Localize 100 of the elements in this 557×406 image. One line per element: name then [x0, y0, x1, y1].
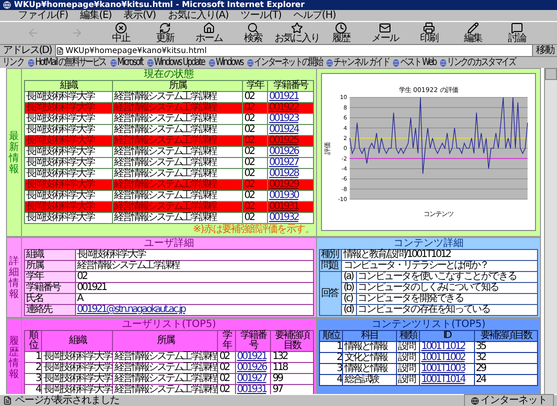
table-cell: 設問	[396, 364, 420, 374]
refresh-icon	[159, 22, 171, 34]
mail-icon	[379, 22, 391, 34]
table-cell: 経営情報システム工学課程	[112, 212, 243, 224]
menu-item[interactable]: お気に入り(A)	[168, 10, 228, 21]
table-cell: 24	[474, 374, 538, 386]
scrollbar[interactable]	[544, 68, 557, 394]
favorites-button[interactable]: お気に入り	[276, 22, 318, 44]
section-title: コンテンツ詳細	[394, 238, 464, 249]
table-cell: 長岡技術科学大学	[24, 136, 113, 146]
mail-button[interactable]: メール	[364, 22, 406, 44]
table-cell: 設問	[396, 342, 420, 352]
globe-icon	[146, 58, 154, 66]
table-cell: 経営情報システム工学課程	[112, 136, 243, 146]
zone-indicator: インターネット	[464, 394, 554, 406]
field-value: 001921	[76, 282, 314, 294]
menu-item[interactable]: 編集(E)	[80, 10, 112, 21]
id-link[interactable]: 1001T1012	[420, 342, 474, 352]
table-cell: 長岡技術科学大学	[24, 212, 113, 224]
id-link[interactable]: 001927	[268, 158, 314, 168]
field-label: 回答	[320, 272, 342, 316]
edit-button[interactable]: 編集	[452, 22, 494, 44]
id-link[interactable]: 001921	[268, 92, 314, 102]
table-cell: 設問	[396, 352, 420, 364]
link-button[interactable]: チャンネル ガイド	[326, 57, 390, 68]
email-link[interactable]: 001921@stn.nagaokaut.ac.jp	[76, 304, 314, 316]
table-cell: 経営情報システム工学課程	[112, 158, 243, 168]
table-cell: 経営情報システム工学課程	[112, 190, 243, 202]
home-button[interactable]: ホーム	[188, 22, 230, 44]
column-header: 学年	[218, 330, 236, 352]
id-link[interactable]: 001928	[268, 168, 314, 180]
field-value: 02	[76, 272, 314, 282]
link-button[interactable]: HotMail の無料サービス	[28, 57, 106, 68]
printer-icon	[423, 22, 435, 34]
link-button[interactable]: リンクのカスタマイズ	[440, 57, 516, 68]
discuss-button[interactable]: 討論	[496, 22, 538, 44]
history-button[interactable]: 履歴	[320, 22, 362, 44]
table-cell: 設問	[396, 374, 420, 386]
search-button[interactable]: 検索	[232, 22, 274, 44]
answer-text: コンピュータのしくみについて知る	[356, 282, 538, 294]
stop-button[interactable]: 中止	[100, 22, 142, 44]
field-value: A	[76, 294, 314, 304]
menu-item[interactable]: ツール(T)	[240, 10, 282, 21]
link-button[interactable]: Windows Update	[146, 57, 204, 68]
id-link[interactable]: 1001T1002	[420, 352, 474, 364]
answer-text: コンピュータを使いこなすことができる	[356, 272, 538, 282]
menu-item[interactable]: ファイル(F)	[18, 10, 68, 21]
pencil-icon	[467, 22, 479, 34]
rank-cell: 1	[24, 352, 42, 362]
link-button[interactable]: Microsoft	[110, 57, 143, 68]
link-button[interactable]: ベスト Web	[393, 57, 436, 68]
id-link[interactable]: 001926	[236, 362, 271, 374]
table-cell: 35	[474, 342, 538, 352]
id-link[interactable]: 001923	[268, 114, 314, 124]
id-link[interactable]: 1001T1014	[420, 374, 474, 386]
menu-item[interactable]: 表示(V)	[124, 10, 156, 21]
star-icon	[291, 22, 303, 34]
column-header: 要補強項目数	[270, 330, 314, 352]
table-cell: 長岡技術科学大学	[42, 352, 113, 362]
refresh-button[interactable]: 更新	[144, 22, 186, 44]
id-link[interactable]: 001932	[268, 212, 314, 224]
table-cell: 経営情報システム工学課程	[112, 114, 243, 124]
column-header: 順位	[320, 330, 343, 342]
column-header: 学籍番号	[268, 80, 314, 92]
go-button[interactable]: 移動	[536, 45, 554, 56]
table-cell: 長岡技術科学大学	[24, 102, 113, 114]
id-link[interactable]: 001927	[236, 374, 271, 384]
field-label: 組織	[24, 250, 76, 260]
table-cell: 経営情報システム工学課程	[112, 180, 243, 190]
page-icon	[56, 46, 64, 54]
field-label: 学籍番号	[24, 282, 76, 294]
globe-icon	[393, 58, 400, 66]
id-link[interactable]: 001924	[268, 124, 314, 136]
globe-icon	[326, 58, 333, 66]
table-cell: 情報と情報	[342, 364, 396, 374]
column-header: 科目	[342, 330, 396, 342]
id-link[interactable]: 001930	[268, 190, 314, 202]
column-header: 学籍番号	[236, 330, 271, 352]
print-button[interactable]: 印刷	[408, 22, 450, 44]
column-header: 学年	[242, 80, 268, 92]
section-label: 最新情報	[9, 130, 19, 174]
link-button[interactable]: Windows	[208, 57, 243, 68]
table-cell: 32	[474, 352, 538, 364]
address-field[interactable]: WKUp¥homepage¥kano¥kitsu.html	[54, 44, 533, 57]
address-label: アドレス(D)	[3, 45, 52, 56]
id-link[interactable]: 1001T1003	[420, 364, 474, 374]
id-link[interactable]: 001931	[236, 384, 271, 394]
table-cell: 経営情報システム工学課程	[112, 202, 243, 212]
field-label: 問題	[320, 260, 342, 272]
section-label: 履歴情報	[9, 336, 19, 380]
rank-cell: 2	[24, 362, 42, 374]
table-cell: 経営情報システム工学課程	[112, 92, 243, 102]
page-icon	[3, 396, 12, 405]
table-cell: 総合試験	[342, 374, 396, 386]
column-header: 所属	[112, 330, 218, 352]
link-button[interactable]: インターネットの開始	[247, 57, 322, 68]
globe-icon	[110, 58, 116, 66]
id-link[interactable]: 001926	[268, 146, 314, 158]
id-link[interactable]: 001921	[236, 352, 271, 362]
menu-item[interactable]: ヘルプ(H)	[293, 10, 336, 21]
